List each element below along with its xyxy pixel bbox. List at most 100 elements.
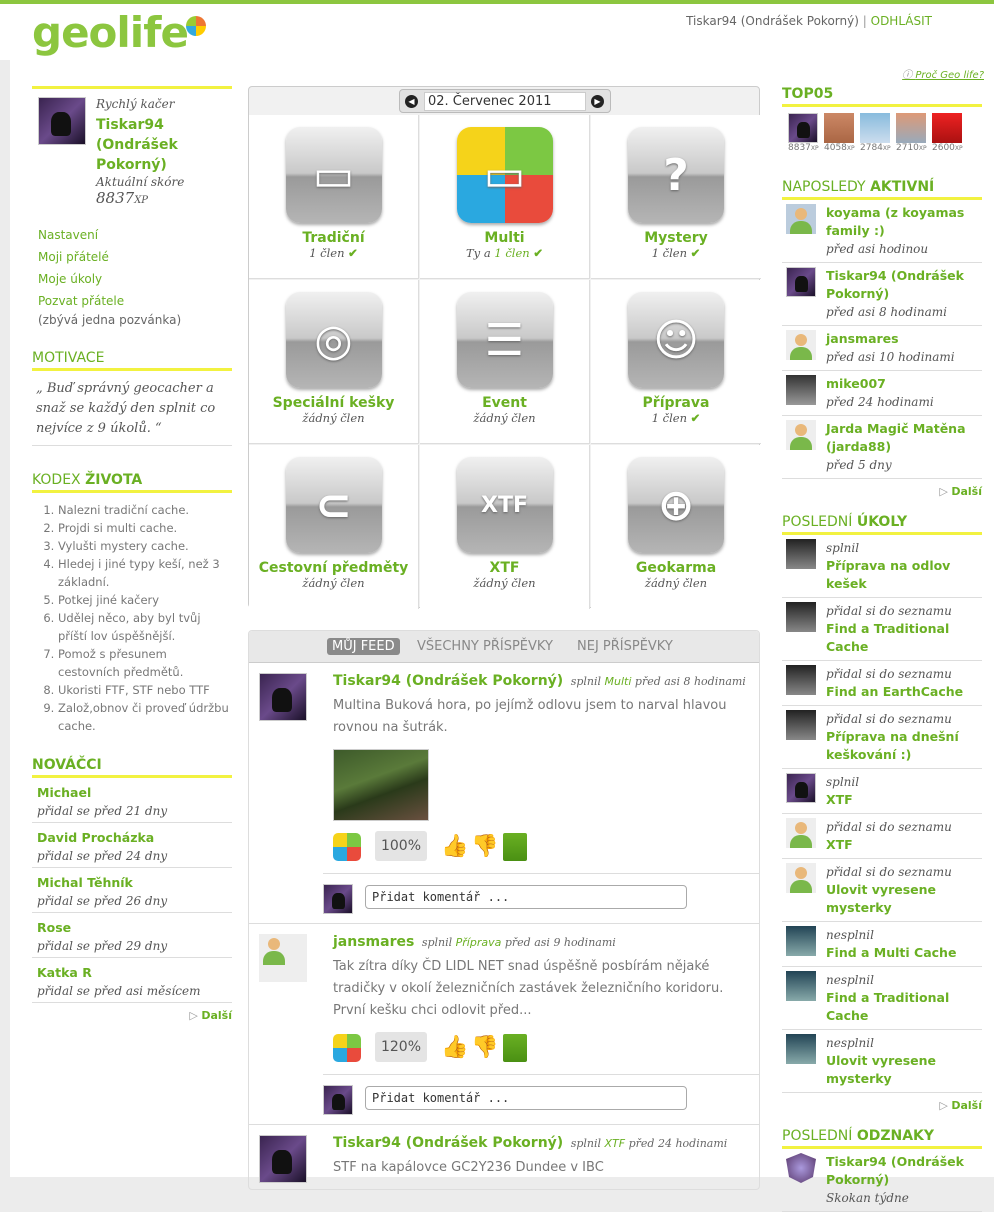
- prev-day-icon[interactable]: ◀: [405, 95, 418, 108]
- list-item: Jarda Magič Matěna (jarda88) před 5 dny: [782, 416, 982, 479]
- next-day-icon[interactable]: ▶: [591, 95, 604, 108]
- top5-user[interactable]: 8837XP: [788, 113, 819, 153]
- task-xtf[interactable]: XTF XTF žádný člen: [420, 445, 590, 609]
- comment-input[interactable]: Přidat komentář ...: [365, 1086, 687, 1110]
- task-link[interactable]: Příprava na odlov kešek: [826, 558, 950, 591]
- avatar: [786, 330, 816, 360]
- tab-my-feed[interactable]: MŮJ FEED: [327, 638, 400, 655]
- user-link[interactable]: Jarda Magič Matěna (jarda88): [826, 421, 966, 454]
- dog-tag-icon: ⊂: [285, 457, 382, 553]
- avatar: [788, 113, 818, 143]
- user-link[interactable]: Tiskar94 (Ondrášek Pokorný): [826, 1154, 964, 1187]
- task-priprava[interactable]: ☺ Příprava 1 člen ✔: [591, 280, 761, 444]
- logo-text[interactable]: geolife: [32, 8, 189, 57]
- comment-input[interactable]: Přidat komentář ...: [365, 885, 687, 909]
- badge-shield-icon: [786, 1153, 816, 1183]
- newcomer-name[interactable]: Rose: [37, 919, 232, 937]
- user-link[interactable]: mike007: [826, 376, 886, 391]
- avatar[interactable]: [259, 934, 307, 982]
- top5-user[interactable]: 2710XP: [896, 113, 927, 153]
- avatar: [932, 113, 962, 143]
- newcomers-more-link[interactable]: Další: [32, 1003, 232, 1022]
- avatar: [786, 773, 816, 803]
- task-cestovni-predmety[interactable]: ⊂ Cestovní předměty žádný člen: [249, 445, 419, 609]
- user-link[interactable]: koyama (z koyamas family :): [826, 205, 964, 238]
- post-author[interactable]: jansmares: [333, 934, 414, 950]
- list-item: mike007 před 24 hodinami: [782, 371, 982, 416]
- task-multi[interactable]: ▭ Multi Ty a 1 člen ✔: [420, 115, 590, 279]
- check-icon: ✔: [690, 246, 701, 260]
- avatar[interactable]: [259, 1135, 307, 1183]
- post-task-link[interactable]: Příprava: [456, 936, 502, 949]
- motivation-heading: MOTIVACE: [32, 350, 232, 371]
- top5-user[interactable]: 4058XP: [824, 113, 855, 153]
- task-link[interactable]: Find an EarthCache: [826, 684, 963, 699]
- avatar: [786, 602, 816, 632]
- edit-note-icon[interactable]: [503, 833, 527, 861]
- thumbs-down-icon[interactable]: 👎: [471, 1034, 498, 1062]
- tab-best-posts[interactable]: NEJ PŘÍSPĚVKY: [577, 639, 673, 654]
- avatar[interactable]: [259, 673, 307, 721]
- profile-name[interactable]: Tiskar94 (Ondrášek Pokorný): [96, 115, 232, 175]
- last-active-heading: NAPOSLEDY AKTIVNÍ: [782, 179, 982, 200]
- newcomer-name[interactable]: Katka R: [37, 964, 232, 982]
- task-event[interactable]: ☰ Event žádný člen: [420, 280, 590, 444]
- newcomer-name[interactable]: Michal Těhník: [37, 874, 232, 892]
- list-item: přidal si do seznamu Find a Traditional C…: [782, 598, 982, 661]
- task-link[interactable]: Find a Traditional Cache: [826, 990, 949, 1023]
- task-link[interactable]: Ulovit vyresene mysterky: [826, 1053, 936, 1086]
- task-specialni-kesky[interactable]: ◎ Speciální kešky žádný člen: [249, 280, 419, 444]
- profile-links: Nastavení Moji přátelé Moje úkoly Pozvat…: [32, 224, 232, 328]
- tab-all-posts[interactable]: VŠECHNY PŘÍSPĚVKY: [417, 639, 553, 654]
- user-link[interactable]: jansmares: [826, 331, 899, 346]
- recent-tasks-more-link[interactable]: Další: [782, 1093, 982, 1112]
- current-user[interactable]: Tiskar94 (Ondrášek Pokorný): [686, 14, 859, 28]
- invite-friends-link[interactable]: Pozvat přátele: [32, 290, 232, 312]
- default-avatar-icon: [786, 863, 816, 893]
- avatar[interactable]: [38, 97, 86, 145]
- task-link[interactable]: Ulovit vyresene mysterky: [826, 882, 936, 915]
- task-mystery[interactable]: ? Mystery 1 člen ✔: [591, 115, 761, 279]
- list-item: nesplnil Find a Traditional Cache: [782, 967, 982, 1030]
- codex-list: Nalezni tradiční cache. Projdi si multi …: [32, 493, 232, 735]
- comment-row: Přidat komentář ...: [323, 1074, 759, 1124]
- post-actions: 120% 👍 👎: [333, 1032, 759, 1066]
- post-task-link[interactable]: XTF: [605, 1137, 626, 1150]
- date-value[interactable]: 02. Červenec 2011: [424, 92, 586, 111]
- codex-section: KODEX ŽIVOTA Nalezni tradiční cache. Pro…: [32, 472, 232, 735]
- post-task-link[interactable]: Multi: [605, 675, 632, 688]
- task-geokarma[interactable]: ⊕ Geokarma žádný člen: [591, 445, 761, 609]
- list-item: Nalezni tradiční cache.: [58, 501, 232, 519]
- list-item: Tiskar94 (Ondrášek Pokorný) Skokan týdne: [782, 1149, 982, 1212]
- logout-link[interactable]: ODHLÁSIT: [871, 14, 932, 28]
- avatar: [786, 204, 816, 234]
- user-link[interactable]: Tiskar94 (Ondrášek Pokorný): [826, 268, 964, 301]
- why-geolife-link[interactable]: Proč Geo life?: [902, 66, 984, 81]
- task-link[interactable]: Find a Multi Cache: [826, 945, 956, 960]
- feed-post: Tiskar94 (Ondrášek Pokorný) splnil XTF p…: [249, 1125, 759, 1189]
- task-link[interactable]: XTF: [826, 837, 853, 852]
- task-link[interactable]: Příprava na dnešní keškování :): [826, 729, 959, 762]
- post-author[interactable]: Tiskar94 (Ondrášek Pokorný): [333, 673, 563, 689]
- logo[interactable]: geolife: [32, 8, 206, 57]
- top5-user[interactable]: 2600XP: [932, 113, 963, 153]
- task-link[interactable]: XTF: [826, 792, 853, 807]
- task-tradicni[interactable]: ▭ Tradiční 1 člen ✔: [249, 115, 419, 279]
- newcomer-name[interactable]: Michael: [37, 784, 232, 802]
- post-author[interactable]: Tiskar94 (Ondrášek Pokorný): [333, 1135, 563, 1151]
- avatar: [786, 1034, 816, 1064]
- thumbs-up-icon[interactable]: 👍: [441, 833, 468, 861]
- edit-note-icon[interactable]: [503, 1034, 527, 1062]
- my-tasks-link[interactable]: Moje úkoly: [32, 268, 232, 290]
- newcomer-name[interactable]: David Procházka: [37, 829, 232, 847]
- post-photo[interactable]: [333, 749, 429, 821]
- list-item: nesplnil Ulovit vyresene mysterky: [782, 1030, 982, 1093]
- profile-box: Rychlý kačer Tiskar94 (Ondrášek Pokorný)…: [32, 86, 232, 228]
- last-active-more-link[interactable]: Další: [782, 479, 982, 498]
- thumbs-down-icon[interactable]: 👎: [471, 833, 498, 861]
- task-link[interactable]: Find a Traditional Cache: [826, 621, 949, 654]
- top5-user[interactable]: 2784XP: [860, 113, 891, 153]
- friends-link[interactable]: Moji přátelé: [32, 246, 232, 268]
- thumbs-up-icon[interactable]: 👍: [441, 1034, 468, 1062]
- task-label: Cestovní předměty: [258, 560, 409, 576]
